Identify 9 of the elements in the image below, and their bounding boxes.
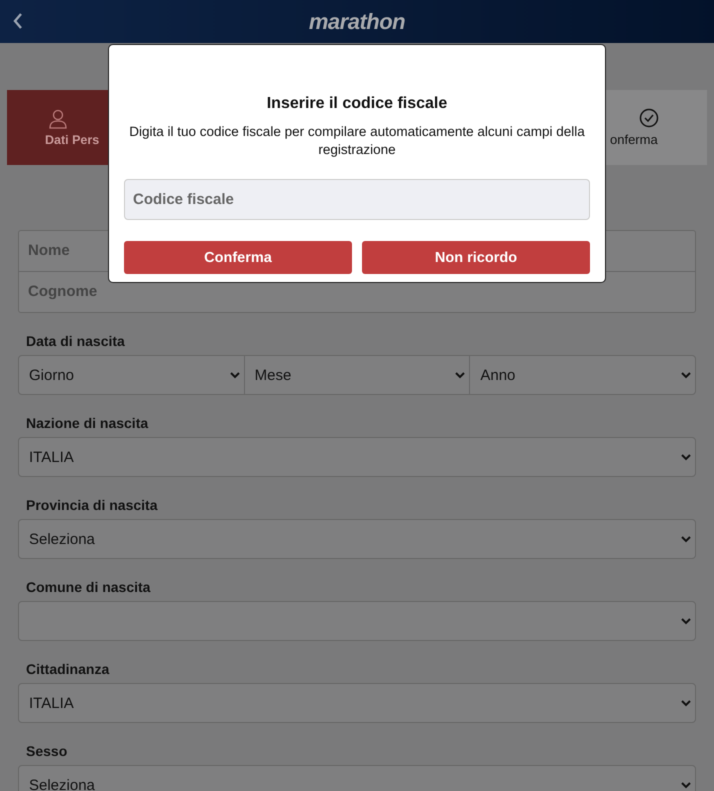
field-label: Nazione di nascita bbox=[26, 415, 150, 431]
field-label: Comune di nascita bbox=[26, 579, 152, 595]
logo: marathon bbox=[308, 8, 406, 34]
dialog-text: Digita il tuo codice fiscale per compilare automaticamente alcuni campi della registrazione bbox=[128, 123, 586, 159]
field-label: Provincia di nascita bbox=[26, 497, 159, 513]
field-label: Sesso bbox=[26, 743, 68, 759]
field-label: Data di nascita bbox=[26, 333, 126, 349]
field-label: Cittadinanza bbox=[26, 661, 110, 677]
dialog-title: Inserire il codice fiscale bbox=[266, 95, 448, 113]
